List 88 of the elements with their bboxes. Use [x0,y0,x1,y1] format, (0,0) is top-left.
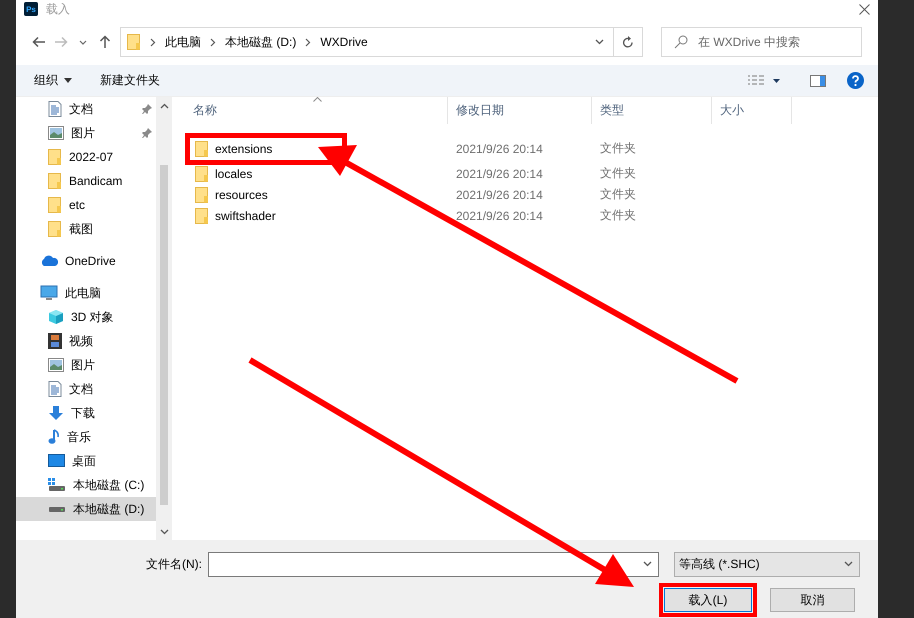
breadcrumb[interactable]: 本地磁盘 (D:) [225,34,296,50]
image-icon [48,358,64,372]
scroll-down-icon[interactable] [160,529,168,535]
nav-item[interactable]: 桌面 [16,449,156,473]
drive-icon [48,505,66,513]
scrollbar[interactable] [156,97,172,540]
nav-item[interactable]: 本地磁盘 (C:) [16,473,156,497]
table-cell-text: 文件夹 [599,186,637,203]
nav-item[interactable]: 图片 [16,353,156,377]
down-arrow-icon [48,405,64,421]
nav-item[interactable]: 2022-07 [16,145,156,169]
nav-item[interactable]: 图片 [16,121,156,145]
caret-icon[interactable] [643,561,652,567]
folder-icon [195,140,209,156]
view-options-icon[interactable] [748,74,782,86]
nav-item[interactable]: 3D 对象 [16,305,156,329]
column-header[interactable]: 大小 [712,97,792,124]
cloud-icon [40,255,58,267]
file-name: swiftshader [215,208,276,222]
breadcrumb[interactable]: 此电脑 [165,34,201,50]
up-arrow-icon[interactable] [99,35,111,49]
folder-icon [48,221,62,237]
search-field[interactable]: 在 WXDrive 中搜索 [661,27,862,57]
music-note-icon [48,429,60,445]
close-icon[interactable] [859,4,870,14]
new-folder-button[interactable]: 新建文件夹 [100,68,160,93]
organize-button[interactable]: 组织 [34,68,72,93]
nav-item[interactable]: 此电脑 [16,281,156,305]
folder-icon [195,208,209,224]
table-cell-text: 2021/9/26 20:14 [455,142,544,156]
nav-item[interactable]: OneDrive [16,249,156,273]
window-title: 载入 [46,0,71,18]
help-icon[interactable] [847,72,864,89]
table-cell-text: 文件夹 [599,140,637,157]
caret-icon [844,561,853,567]
column-header[interactable]: 类型 [592,97,712,124]
back-arrow-icon[interactable] [32,36,46,48]
nav-item[interactable]: Bandicam [16,169,156,193]
table-cell-text: 2021/9/26 20:14 [455,208,544,222]
column-header[interactable]: 修改日期 [448,97,592,124]
nav-item[interactable]: 下载 [16,401,156,425]
folder-icon [48,197,62,213]
nav-item[interactable]: 文档 [16,377,156,401]
folder-icon [127,34,141,50]
app-icon: Ps [24,2,38,16]
chevron-icon [210,38,216,46]
nav-item[interactable]: 音乐 [16,425,156,449]
caret-icon [64,78,72,83]
file-name-field[interactable] [208,552,659,576]
load-button[interactable]: 载入(L) [664,588,752,612]
file-name: locales [215,166,252,180]
nav-item[interactable]: 本地磁盘 (D:) [16,497,156,521]
folder-icon [48,173,62,189]
table-cell-text: 文件夹 [599,165,637,182]
chevron-icon [150,38,156,46]
field-label: 文件名(N): [146,556,203,572]
folder-icon [48,149,62,165]
chevron-icon [305,38,312,46]
table-cell-text: 2021/9/26 20:14 [455,166,544,180]
search-icon [674,35,688,49]
caret-icon[interactable] [79,40,87,44]
document-icon [48,381,62,397]
cancel-button[interactable]: 取消 [770,588,855,612]
breadcrumb[interactable]: WXDrive [320,35,368,49]
desktop-icon [48,454,65,468]
drive-icon [48,478,66,492]
file-type-dropdown[interactable]: 等高线 (*.SHC) [674,552,860,576]
monitor-icon [40,285,58,301]
address-bar[interactable]: 此电脑 本地磁盘 (D:) WXDrive [120,27,643,57]
table-cell-text: 2021/9/26 20:14 [455,188,544,202]
image-icon [48,126,64,140]
refresh-icon[interactable] [622,36,634,48]
table-cell-text: 文件夹 [599,207,637,224]
nav-item[interactable]: 截图 [16,217,156,241]
folder-icon [195,166,209,182]
file-name: resources [215,188,268,202]
column-header[interactable]: 名称 [185,97,448,124]
nav-item[interactable]: etc [16,193,156,217]
nav-item[interactable]: 文档 [16,97,156,121]
preview-pane-icon[interactable] [810,74,826,86]
scroll-up-icon[interactable] [160,103,168,109]
folder-icon [195,186,209,202]
file-name: extensions [215,142,272,156]
cube-icon [48,309,64,325]
document-icon [48,101,62,117]
caret-icon[interactable] [594,39,604,45]
film-icon [48,333,62,349]
nav-item[interactable]: 视频 [16,329,156,353]
